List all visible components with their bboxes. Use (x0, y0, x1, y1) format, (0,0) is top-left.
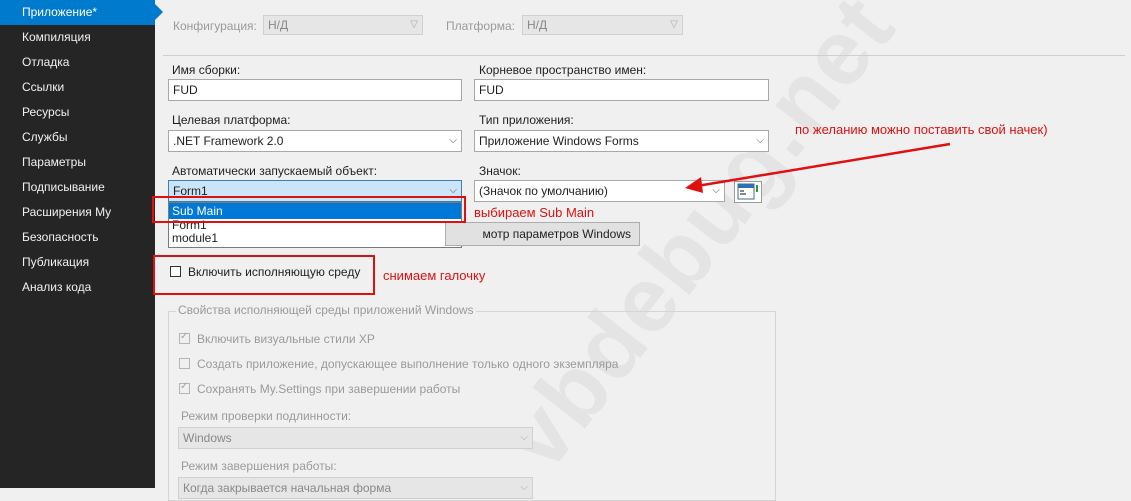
dropdown-option-module1[interactable]: module1 (169, 231, 461, 245)
shutdown-mode-value: Когда закрывается начальная форма (183, 481, 392, 495)
root-namespace-label: Корневое пространство имен: (479, 63, 647, 77)
sidebar-item-debug[interactable]: Отладка (0, 50, 155, 75)
auth-mode-label: Режим проверки подлинности: (181, 409, 352, 423)
annotation-arrow (685, 142, 951, 193)
annotation-uncheck: снимаем галочку (383, 268, 486, 283)
target-framework-select[interactable]: .NET Framework 2.0 ⌵ (168, 130, 462, 152)
main-panel: vbdebug.net Конфигурация: Н/Д ▽ Платформ… (152, 0, 1131, 501)
save-settings-checkbox[interactable] (179, 381, 190, 394)
sidebar-item-publish[interactable]: Публикация (0, 250, 155, 275)
platform-value: Н/Д (527, 18, 548, 32)
chevron-down-icon: ▽ (410, 19, 418, 30)
target-framework-label: Целевая платформа: (172, 113, 291, 127)
shutdown-mode-select[interactable]: Когда закрывается начальная форма ⌵ (178, 477, 533, 499)
auth-mode-value: Windows (183, 431, 232, 445)
platform-select[interactable]: Н/Д ▽ (522, 15, 683, 35)
sidebar-item-services[interactable]: Службы (0, 125, 155, 150)
save-settings-label: Сохранять My.Settings при завершении раб… (197, 382, 461, 396)
annotation-box-sub-main (152, 196, 466, 223)
sidebar: Приложение* Компиляция Отладка Ссылки Ре… (0, 0, 163, 488)
chevron-down-icon: ▽ (670, 19, 678, 30)
startup-object-label: Автоматически запускаемый объект: (172, 164, 378, 178)
target-framework-value: .NET Framework 2.0 (173, 134, 284, 148)
chevron-down-icon: ⌵ (449, 135, 457, 146)
icon-value: (Значок по умолчанию) (479, 184, 608, 198)
framework-group-title: Свойства исполняющей среды приложений Wi… (176, 303, 476, 317)
sidebar-item-signing[interactable]: Подписывание (0, 175, 155, 200)
sidebar-item-application[interactable]: Приложение* (0, 0, 163, 25)
sidebar-item-security[interactable]: Безопасность (0, 225, 155, 250)
config-select[interactable]: Н/Д ▽ (263, 15, 423, 35)
root-namespace-input[interactable]: FUD (474, 79, 769, 101)
assembly-name-label: Имя сборки: (172, 63, 241, 77)
sidebar-item-compile[interactable]: Компиляция (0, 25, 155, 50)
sidebar-item-resources[interactable]: Ресурсы (0, 100, 155, 125)
platform-label: Платформа: (446, 19, 516, 33)
chevron-down-icon: ⌵ (520, 432, 528, 443)
divider (163, 55, 1125, 56)
xp-styles-checkbox[interactable] (179, 331, 190, 344)
sidebar-item-code-analysis[interactable]: Анализ кода (0, 275, 155, 300)
sidebar-item-my-extensions[interactable]: Расширения My (0, 200, 155, 225)
single-instance-checkbox[interactable] (179, 358, 190, 369)
assembly-name-input[interactable]: FUD (168, 79, 462, 101)
single-instance-label: Создать приложение, допускающее выполнен… (197, 357, 619, 371)
chevron-down-icon: ⌵ (520, 482, 528, 493)
app-type-value: Приложение Windows Forms (479, 134, 639, 148)
config-value: Н/Д (268, 18, 289, 32)
sidebar-item-settings[interactable]: Параметры (0, 150, 155, 175)
app-type-label: Тип приложения: (479, 113, 574, 127)
shutdown-mode-label: Режим завершения работы: (181, 459, 337, 473)
sidebar-item-references[interactable]: Ссылки (0, 75, 155, 100)
annotation-box-checkbox (153, 255, 375, 295)
auth-mode-select[interactable]: Windows ⌵ (178, 427, 533, 449)
config-label: Конфигурация: (173, 19, 257, 33)
view-windows-settings-button[interactable]: мотр параметров Windows (445, 222, 640, 246)
xp-styles-label: Включить визуальные стили XP (197, 332, 375, 346)
icon-label: Значок: (479, 164, 521, 178)
annotation-choose-sub-main: выбираем Sub Main (474, 205, 595, 220)
